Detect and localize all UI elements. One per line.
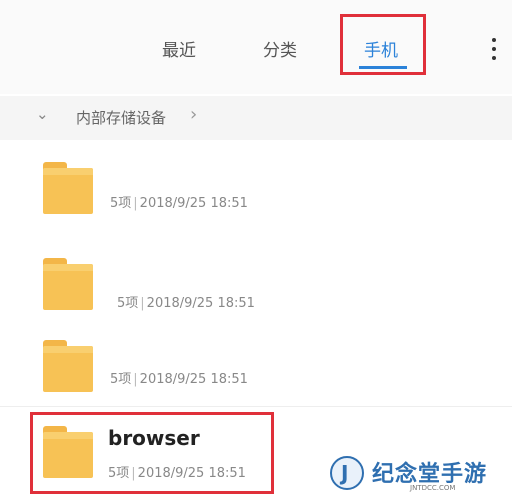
logo-icon: J — [330, 456, 364, 490]
folder-meta: 5项 | 2018/9/25 18:51 — [110, 196, 248, 211]
more-options-icon[interactable] — [490, 38, 498, 62]
folder-icon — [43, 258, 93, 310]
chevron-right-icon: › — [190, 104, 198, 125]
folder-icon — [43, 162, 93, 214]
folder-meta: 5项 | 2018/9/25 18:51 — [110, 372, 248, 387]
tab-category[interactable]: 分类 — [263, 36, 297, 61]
watermark: J 纪念堂手游 JNTDCC.COM — [330, 454, 512, 500]
divider — [0, 406, 512, 407]
breadcrumb[interactable]: ⌄ 内部存储设备 › — [0, 96, 512, 140]
tab-highlight-box — [340, 14, 426, 75]
folder-meta: 5项 | 2018/9/25 18:51 — [117, 296, 255, 311]
folder-icon — [43, 340, 93, 392]
breadcrumb-label: 内部存储设备 — [76, 109, 167, 127]
tab-recent[interactable]: 最近 — [162, 36, 196, 61]
browser-highlight-box — [30, 412, 274, 494]
top-bar: 最近 分类 手机 — [0, 0, 512, 94]
chevron-down-icon: ⌄ — [36, 105, 49, 123]
watermark-subtext: JNTDCC.COM — [410, 484, 456, 492]
